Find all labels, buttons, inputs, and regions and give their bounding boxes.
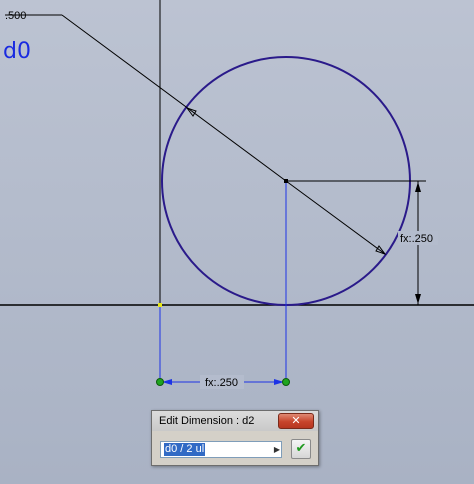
expression-value[interactable]: d0 / 2 ul [164,443,206,456]
dimension-point-left[interactable] [156,378,164,386]
diameter-dimension-text[interactable]: .500 [5,10,26,22]
edit-dimension-dialog: Edit Dimension : d2 ✕ d0 / 2 ul ▶ ✔ [151,410,319,466]
diameter-dimension-line[interactable] [61,14,287,182]
vertical-dim-arrow-top [415,182,421,192]
diameter-arrow-lower [375,245,387,255]
diameter-arrow-upper [185,107,197,117]
close-button[interactable]: ✕ [278,413,314,429]
vertical-dimension-text[interactable]: fx:.250 [400,233,433,245]
vertical-dim-arrow-bottom [415,294,421,304]
diameter-dimension-line-inner[interactable] [285,180,386,255]
dialog-title-bar[interactable]: Edit Dimension : d2 ✕ [152,411,318,431]
dialog-title: Edit Dimension : d2 [159,415,255,427]
dialog-body: d0 / 2 ul ▶ ✔ [157,439,313,461]
origin-point[interactable] [158,303,162,307]
checkmark-icon: ✔ [295,441,307,456]
close-icon: ✕ [291,414,301,427]
chevron-right-icon[interactable]: ▶ [273,443,281,456]
dimension-point-right[interactable] [282,378,290,386]
annotation-d0: d0 [3,39,31,64]
horizontal-dimension-text[interactable]: fx:.250 [205,377,238,389]
dimension-expression-input[interactable]: d0 / 2 ul ▶ [160,441,282,458]
accept-button[interactable]: ✔ [291,439,311,459]
